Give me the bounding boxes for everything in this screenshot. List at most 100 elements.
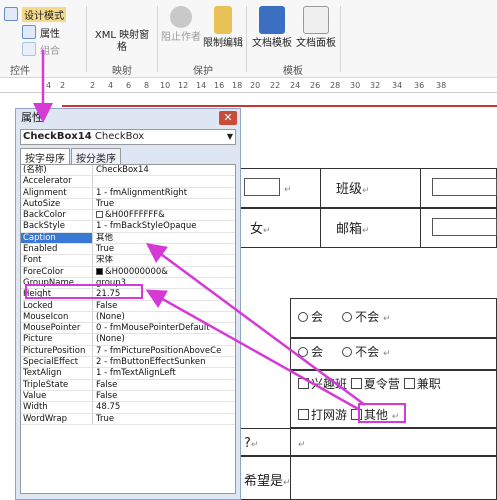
- property-value[interactable]: 宋体: [93, 255, 235, 265]
- checkbox-online-games[interactable]: 打网游: [298, 408, 347, 422]
- property-value[interactable]: 0 - fmMousePointerDefault: [93, 323, 235, 333]
- name-input[interactable]: [244, 178, 280, 196]
- close-icon[interactable]: ✕: [219, 111, 237, 125]
- property-row[interactable]: AutoSize True: [21, 198, 235, 211]
- property-row[interactable]: Enabled True: [21, 244, 235, 256]
- property-name: TripleState: [21, 379, 93, 390]
- property-value[interactable]: [93, 176, 235, 186]
- ruler-tick: 20: [250, 81, 261, 90]
- property-row[interactable]: Caption 其他: [21, 232, 235, 245]
- property-value[interactable]: 2 - fmButtonEffectSunken: [93, 357, 235, 367]
- property-row[interactable]: ForeColor &H00000000&: [21, 266, 235, 278]
- property-value[interactable]: 7 - fmPicturePositionAboveCe: [93, 346, 235, 356]
- property-value[interactable]: (None): [93, 334, 235, 344]
- property-row[interactable]: Picture (None): [21, 334, 235, 346]
- property-value[interactable]: (None): [93, 312, 235, 322]
- property-value-text: &H00FFFFFF&: [105, 210, 165, 221]
- property-name: MouseIcon: [21, 311, 93, 323]
- property-value[interactable]: False: [93, 391, 235, 401]
- tab-categorized[interactable]: 按分类序: [71, 148, 121, 165]
- property-row[interactable]: MouseIcon (None): [21, 311, 235, 324]
- radio-row-1: 会 不会 ↵: [298, 308, 390, 325]
- property-value[interactable]: 1 - fmTextAlignLeft: [93, 368, 235, 378]
- combine-label: 组合: [40, 45, 60, 57]
- group-label-templates: 模板: [283, 66, 303, 77]
- property-row[interactable]: SpecialEffect 2 - fmButtonEffectSunken: [21, 357, 235, 369]
- ruler-tick: 38: [436, 81, 447, 90]
- ruler-tick: 36: [414, 81, 425, 90]
- checkbox-summer-camp[interactable]: 夏令营: [350, 377, 400, 391]
- property-name: BackStyle: [21, 221, 93, 232]
- document-template-button[interactable]: 文档模板: [250, 6, 294, 50]
- property-row[interactable]: BackStyle 1 - fmBackStyleOpaque: [21, 221, 235, 233]
- object-selector[interactable]: CheckBox14 CheckBox ▼: [20, 129, 236, 145]
- property-value[interactable]: False: [93, 380, 235, 390]
- property-value[interactable]: True: [93, 199, 235, 209]
- group-label-protect: 保护: [193, 66, 213, 77]
- properties-title: 属性: [16, 109, 240, 127]
- email-input[interactable]: [432, 218, 497, 236]
- radio-yes-2[interactable]: 会: [298, 345, 323, 359]
- xml-mapping-pane-button[interactable]: XML 映射窗格: [90, 30, 154, 54]
- block-authors-button[interactable]: 阻止作者: [159, 6, 203, 44]
- chevron-down-icon: ▼: [226, 132, 233, 141]
- ruler-tick: 2: [90, 81, 96, 90]
- property-row[interactable]: Alignment 1 - fmAlignmentRight: [21, 187, 235, 199]
- property-value[interactable]: 48.75: [93, 402, 235, 412]
- property-row[interactable]: TextAlign 1 - fmTextAlignLeft: [21, 368, 235, 380]
- combine-button[interactable]: 组合: [22, 41, 60, 57]
- radio-row-2: 会 不会 ↵: [298, 343, 390, 360]
- checkbox-interest-class[interactable]: 兴趣班: [298, 377, 347, 391]
- property-value[interactable]: 1 - fmBackStyleOpaque: [93, 221, 235, 231]
- properties-grid[interactable]: (名称) CheckBox14 Accelerator Alignment 1 - fm…: [20, 164, 236, 494]
- restrict-editing-button[interactable]: 限制编辑: [201, 6, 245, 50]
- radio-no-1[interactable]: 不会: [342, 310, 379, 324]
- design-mode-button[interactable]: 设计模式: [4, 6, 66, 22]
- property-value[interactable]: &H00FFFFFF&: [93, 210, 235, 220]
- gender-female-option[interactable]: 女↵: [250, 218, 271, 237]
- properties-label: 属性: [40, 28, 60, 40]
- property-value[interactable]: 1 - fmAlignmentRight: [93, 188, 235, 198]
- radio-no-2[interactable]: 不会: [342, 345, 379, 359]
- property-row[interactable]: Value False: [21, 390, 235, 403]
- properties-window[interactable]: 属性 ✕ CheckBox14 CheckBox ▼ 按字母序 按分类序 (名称…: [15, 108, 241, 500]
- property-value[interactable]: True: [93, 414, 235, 424]
- property-row[interactable]: WordWrap True: [21, 413, 235, 425]
- property-row[interactable]: Accelerator: [21, 176, 235, 188]
- property-value[interactable]: False: [93, 301, 235, 311]
- radio-yes-1[interactable]: 会: [298, 310, 323, 324]
- property-value[interactable]: &H00000000&: [93, 267, 235, 277]
- ruler-tick: 22: [270, 81, 281, 90]
- property-row[interactable]: PicturePosition 7 - fmPicturePositionAbov…: [21, 345, 235, 358]
- property-name: Enabled: [21, 244, 93, 255]
- property-row[interactable]: Width 48.75: [21, 402, 235, 414]
- ruler-tick: 18: [232, 81, 243, 90]
- checkbox-part-time[interactable]: 兼职: [403, 377, 441, 391]
- property-name: Locked: [21, 300, 93, 311]
- properties-button[interactable]: 属性: [22, 24, 60, 40]
- separator: [340, 6, 341, 72]
- ruler-tick: 2: [60, 81, 66, 90]
- property-name: ForeColor: [21, 266, 93, 277]
- property-value[interactable]: CheckBox14: [93, 165, 235, 175]
- property-value-text: &H00000000&: [105, 266, 168, 277]
- property-row[interactable]: TripleState False: [21, 379, 235, 391]
- properties-icon: [22, 25, 36, 39]
- property-value[interactable]: 其他: [93, 233, 235, 243]
- property-name: WordWrap: [21, 413, 93, 424]
- class-input[interactable]: [432, 178, 497, 196]
- property-row[interactable]: MousePointer 0 - fmMousePointerDefault: [21, 323, 235, 335]
- property-row[interactable]: (名称) CheckBox14: [21, 165, 235, 177]
- ruler-tick: 34: [392, 81, 403, 90]
- tab-alphabetic[interactable]: 按字母序: [20, 148, 70, 165]
- property-row[interactable]: BackColor &H00FFFFFF&: [21, 210, 235, 222]
- property-name: SpecialEffect: [21, 357, 93, 368]
- property-row[interactable]: Font 宋体: [21, 255, 235, 267]
- block-authors-label: 阻止作者: [161, 32, 201, 43]
- xml-mapping-pane-label: XML 映射窗格: [94, 30, 150, 53]
- horizontal-ruler[interactable]: 4 2 2 4 6 8 10 12 14 16 18 20 22 24 26 2…: [0, 79, 497, 93]
- property-value[interactable]: True: [93, 244, 235, 254]
- document-panel-button[interactable]: 文档面板: [294, 6, 338, 50]
- property-row[interactable]: Locked False: [21, 300, 235, 312]
- ruler-tick: 12: [178, 81, 189, 90]
